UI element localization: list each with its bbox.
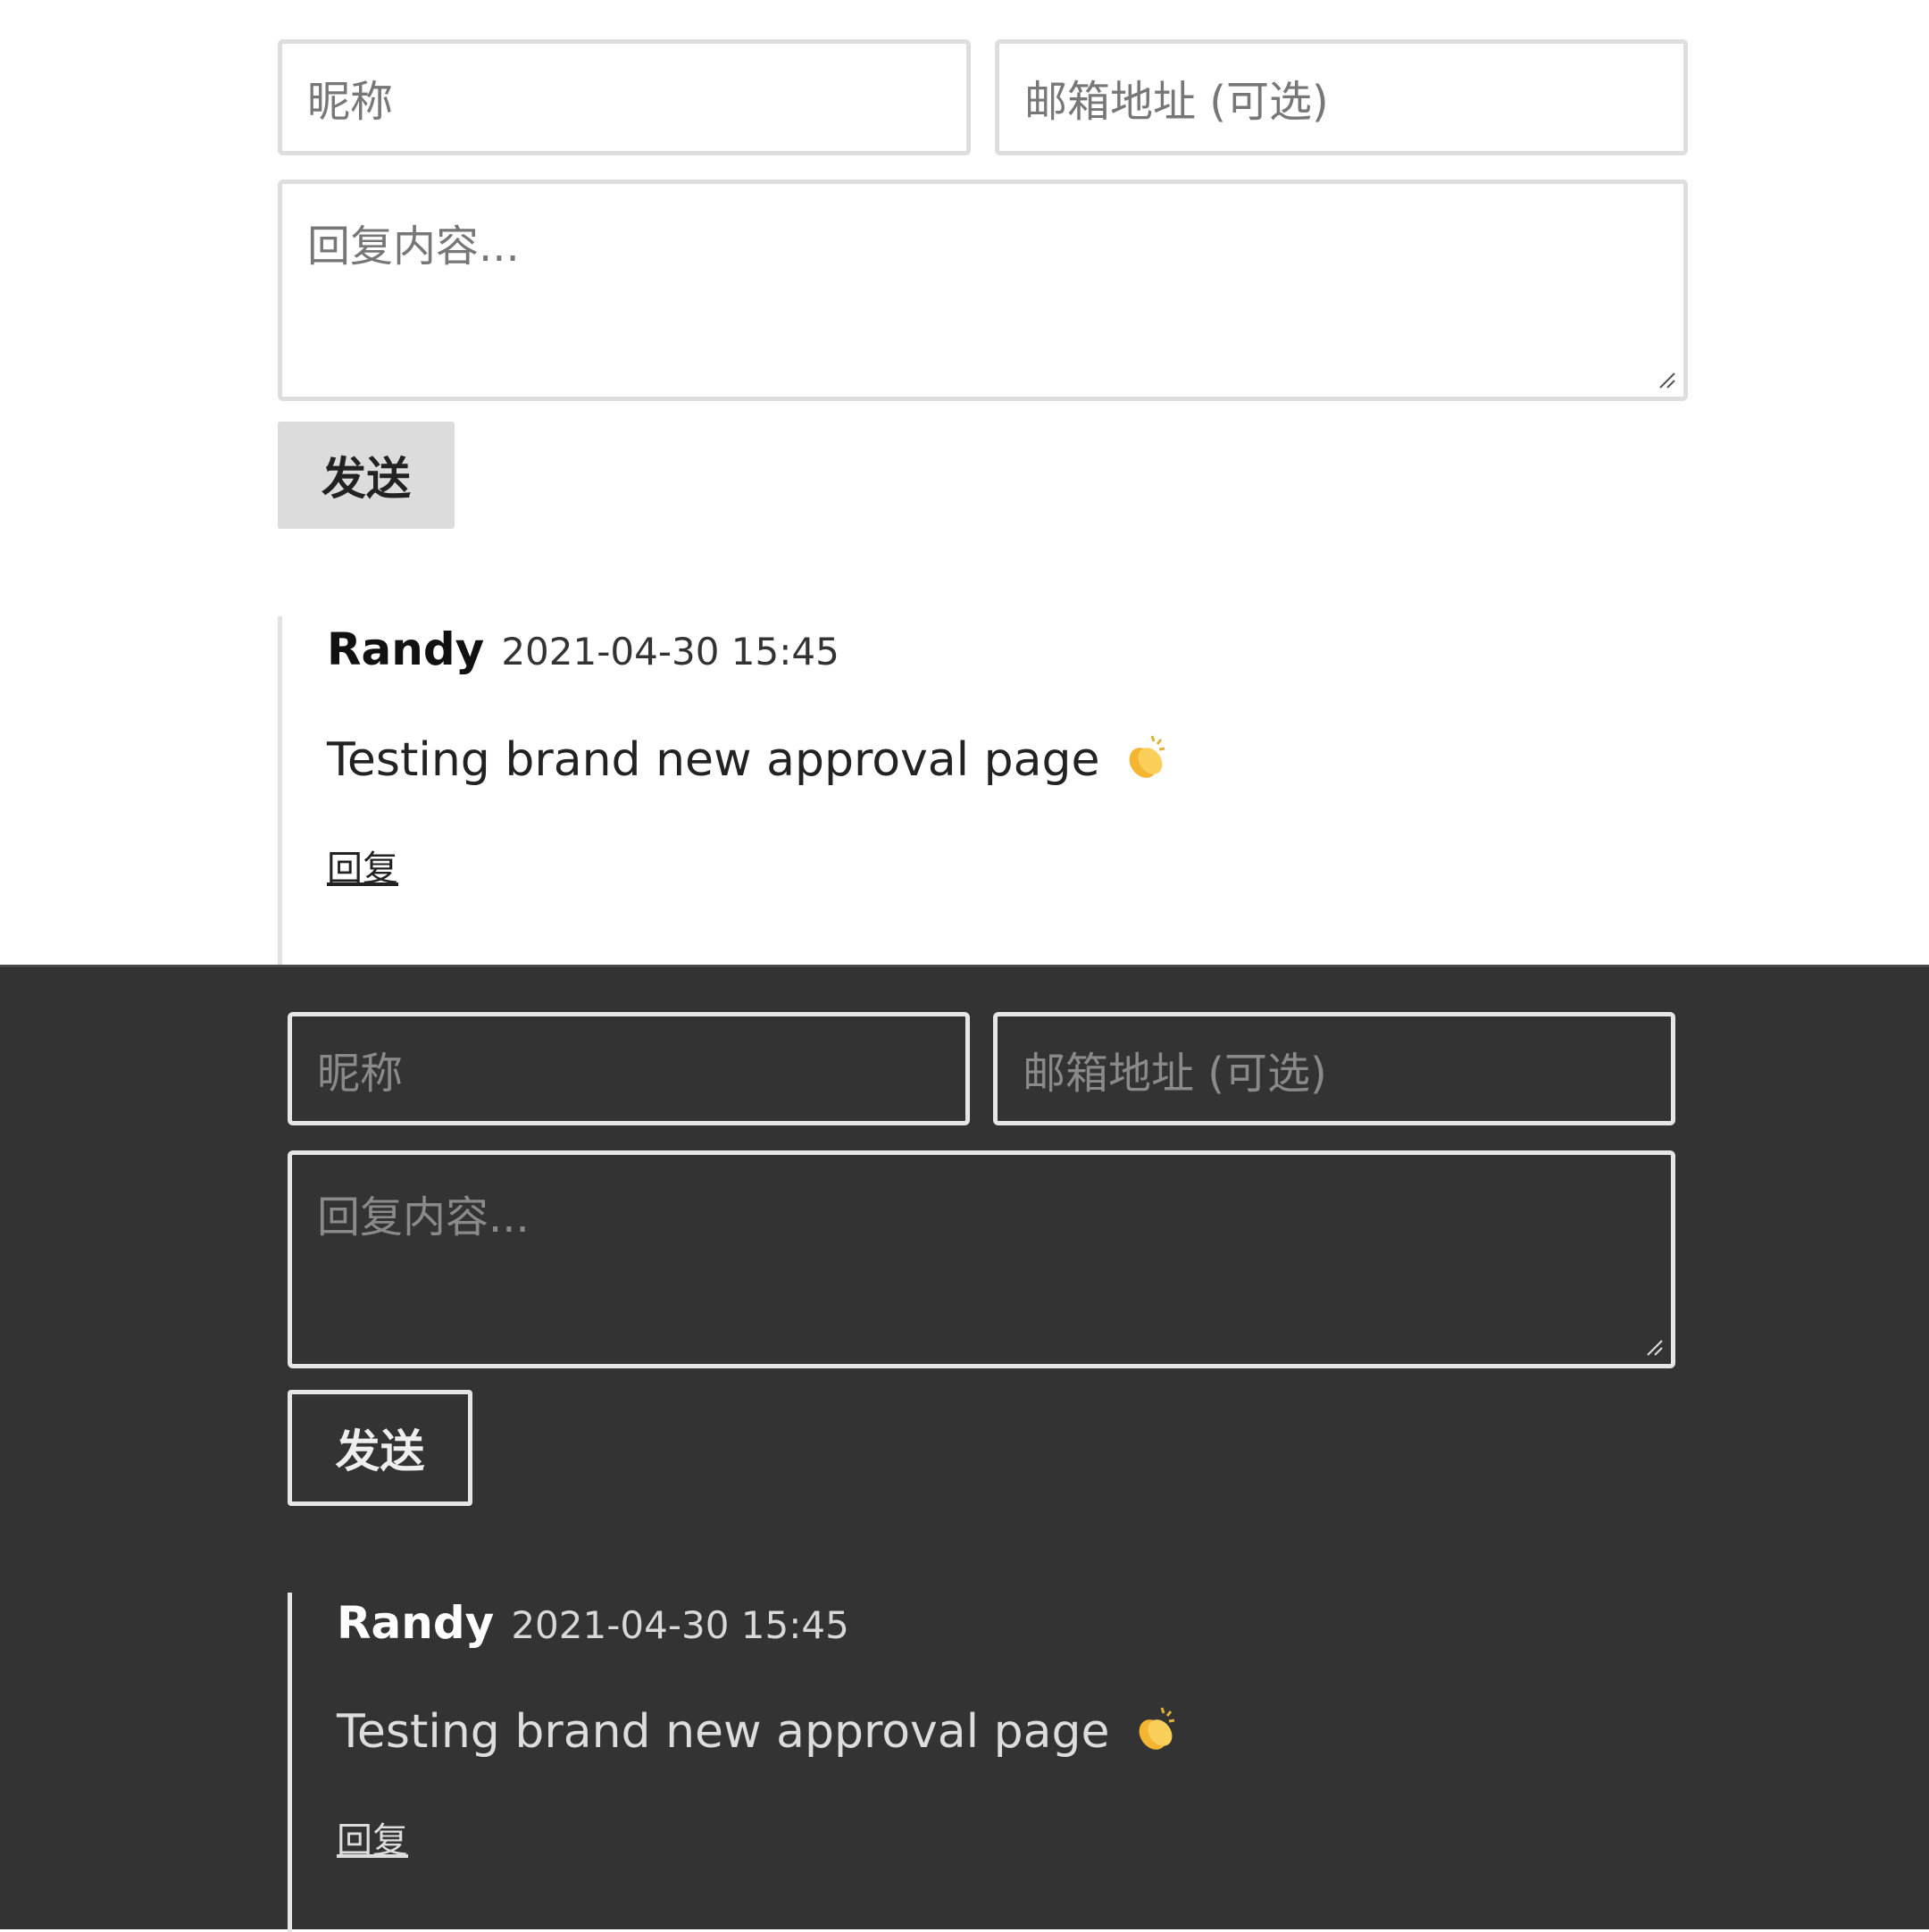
send-button[interactable]: 发送 xyxy=(288,1390,472,1506)
nickname-input[interactable]: 昵称 xyxy=(288,1012,970,1125)
send-button-label: 发送 xyxy=(335,1426,425,1477)
resize-grip-icon[interactable] xyxy=(1644,1337,1664,1357)
content-placeholder: 回复内容... xyxy=(307,222,520,272)
send-button[interactable]: 发送 xyxy=(278,422,455,529)
clapping-hands-icon xyxy=(1139,1707,1175,1750)
email-input[interactable]: 邮箱地址 (可选) xyxy=(995,39,1688,155)
content-textarea[interactable]: 回复内容... xyxy=(278,180,1688,401)
comment-header: Randy 2021-04-30 15:45 xyxy=(337,1597,849,1649)
email-placeholder: 邮箱地址 (可选) xyxy=(1024,77,1329,127)
comment-body: Testing brand new approval page xyxy=(327,732,1170,787)
light-theme-panel: 昵称 邮箱地址 (可选) 回复内容... 发送 Randy 2021-04-30… xyxy=(0,0,1929,965)
resize-grip-icon[interactable] xyxy=(1657,370,1676,389)
clapping-hands-icon xyxy=(1129,735,1165,778)
comment-body-text: Testing brand new approval page xyxy=(337,1705,1110,1759)
comment-thread-line xyxy=(278,616,282,965)
nickname-placeholder: 昵称 xyxy=(317,1048,404,1099)
comment-body-text: Testing brand new approval page xyxy=(327,733,1100,787)
comment-author: Randy xyxy=(337,1597,495,1649)
comment-thread-line xyxy=(288,1593,292,1932)
comment-body: Testing brand new approval page xyxy=(337,1704,1180,1759)
content-textarea[interactable]: 回复内容... xyxy=(288,1150,1675,1368)
email-placeholder: 邮箱地址 (可选) xyxy=(1023,1048,1327,1099)
comment-header: Randy 2021-04-30 15:45 xyxy=(327,623,839,675)
reply-link[interactable]: 回复 xyxy=(327,840,398,891)
comment-timestamp: 2021-04-30 15:45 xyxy=(501,630,839,673)
nickname-input[interactable]: 昵称 xyxy=(278,39,971,155)
send-button-label: 发送 xyxy=(322,453,411,505)
comment-author: Randy xyxy=(327,623,485,675)
email-input[interactable]: 邮箱地址 (可选) xyxy=(993,1012,1675,1125)
nickname-placeholder: 昵称 xyxy=(307,77,394,127)
content-placeholder: 回复内容... xyxy=(317,1192,530,1242)
dark-theme-panel: 昵称 邮箱地址 (可选) 回复内容... 发送 Randy 2021-04-30… xyxy=(0,965,1929,1932)
comment-timestamp: 2021-04-30 15:45 xyxy=(511,1603,849,1647)
reply-link[interactable]: 回复 xyxy=(337,1811,408,1863)
